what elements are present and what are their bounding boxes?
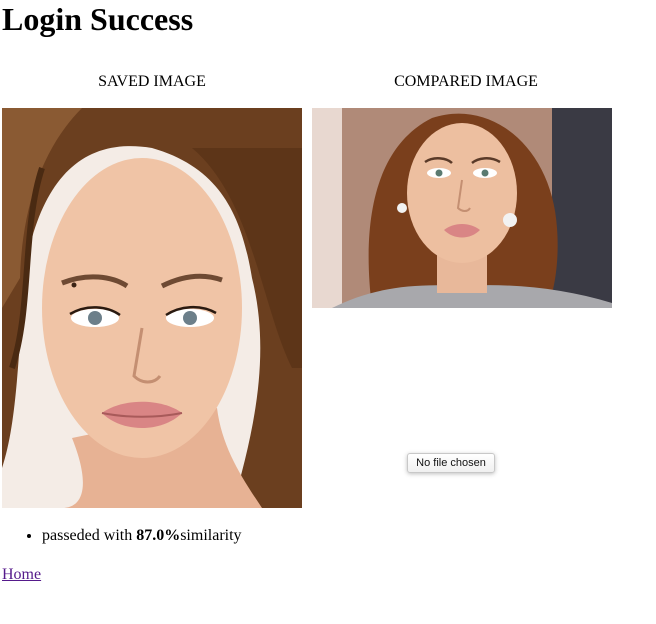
saved-portrait-graphic	[2, 108, 302, 508]
compared-portrait-graphic	[312, 108, 612, 308]
similarity-value: 87.0%	[136, 527, 181, 544]
compared-image-label: COMPARED IMAGE	[394, 73, 538, 90]
compared-image	[312, 108, 612, 308]
home-link[interactable]: Home	[2, 565, 41, 585]
list-item: passeded with 87.0%similarity	[42, 526, 242, 546]
result-prefix: passeded with	[42, 527, 137, 544]
saved-image	[2, 108, 302, 508]
file-input-button[interactable]: No file chosen	[407, 453, 495, 473]
saved-image-label: SAVED IMAGE	[98, 73, 206, 90]
result-suffix: similarity	[180, 527, 242, 544]
page-title: Login Success	[2, 1, 194, 37]
results-list: passeded with 87.0%similarity	[2, 526, 242, 546]
page: Login Success SAVED IMAGE COMPARED IMAGE	[0, 0, 656, 624]
